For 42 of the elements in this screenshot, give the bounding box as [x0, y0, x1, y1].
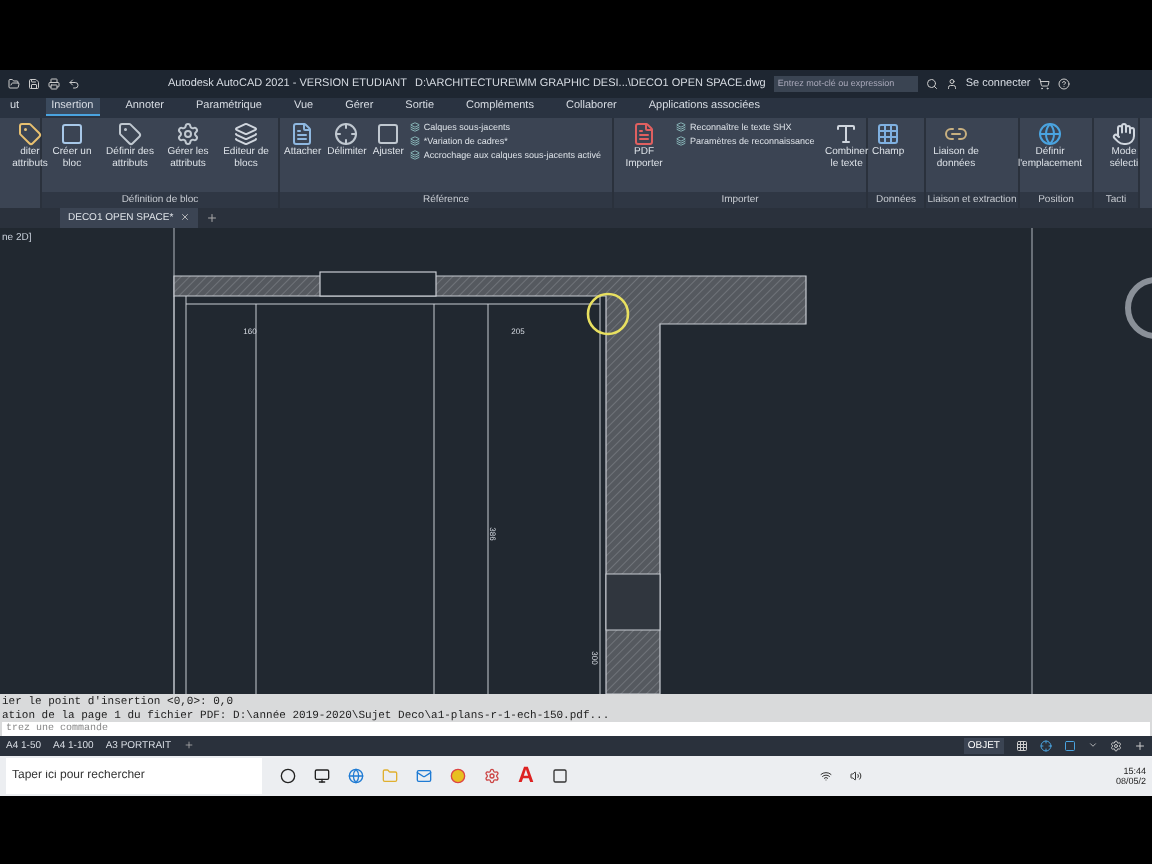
cart-icon[interactable] [1038, 77, 1051, 90]
app-taskbar-button[interactable]: A [518, 763, 534, 788]
layers-icon [409, 136, 420, 147]
globe-icon [1038, 122, 1062, 147]
search-icon[interactable] [925, 77, 938, 90]
grid-icon [876, 122, 901, 147]
snap-icon[interactable] [1040, 739, 1052, 752]
undo-icon[interactable] [68, 77, 80, 90]
folder-icon[interactable] [8, 77, 20, 90]
add-tab-icon[interactable] [205, 211, 218, 224]
layers-icon [234, 122, 258, 147]
circle-icon[interactable] [280, 767, 296, 784]
square-icon [376, 122, 401, 147]
document-icon [632, 122, 656, 147]
layers-icon [409, 122, 420, 133]
mail-icon[interactable] [416, 767, 432, 784]
add-layout-icon[interactable] [183, 740, 194, 751]
layers-icon [409, 150, 420, 161]
settings-icon [176, 122, 200, 147]
cursor-circle [586, 292, 630, 336]
save-icon[interactable] [28, 77, 40, 90]
navigation-wheel-icon[interactable] [1125, 276, 1152, 339]
caret-icon[interactable] [1088, 740, 1098, 751]
settings-icon[interactable] [1110, 739, 1122, 752]
text-icon [834, 122, 859, 147]
user-icon[interactable] [945, 77, 958, 90]
network-icon[interactable] [820, 769, 833, 782]
globe-icon[interactable] [348, 767, 364, 784]
help-icon[interactable] [1058, 77, 1071, 90]
tag-icon [118, 122, 142, 147]
gear-icon[interactable] [484, 767, 500, 784]
volume-icon[interactable] [850, 769, 863, 782]
sheet-icon [290, 122, 315, 147]
printer-icon[interactable] [48, 77, 60, 90]
layers-icon [676, 136, 686, 147]
plus-icon[interactable] [1134, 739, 1146, 752]
square-icon[interactable] [551, 767, 568, 784]
task-view-icon[interactable] [314, 767, 330, 784]
ortho-icon[interactable] [1064, 739, 1076, 752]
layers-icon [676, 122, 686, 133]
hand-icon [1112, 122, 1136, 147]
grid-icon[interactable] [1016, 739, 1028, 752]
